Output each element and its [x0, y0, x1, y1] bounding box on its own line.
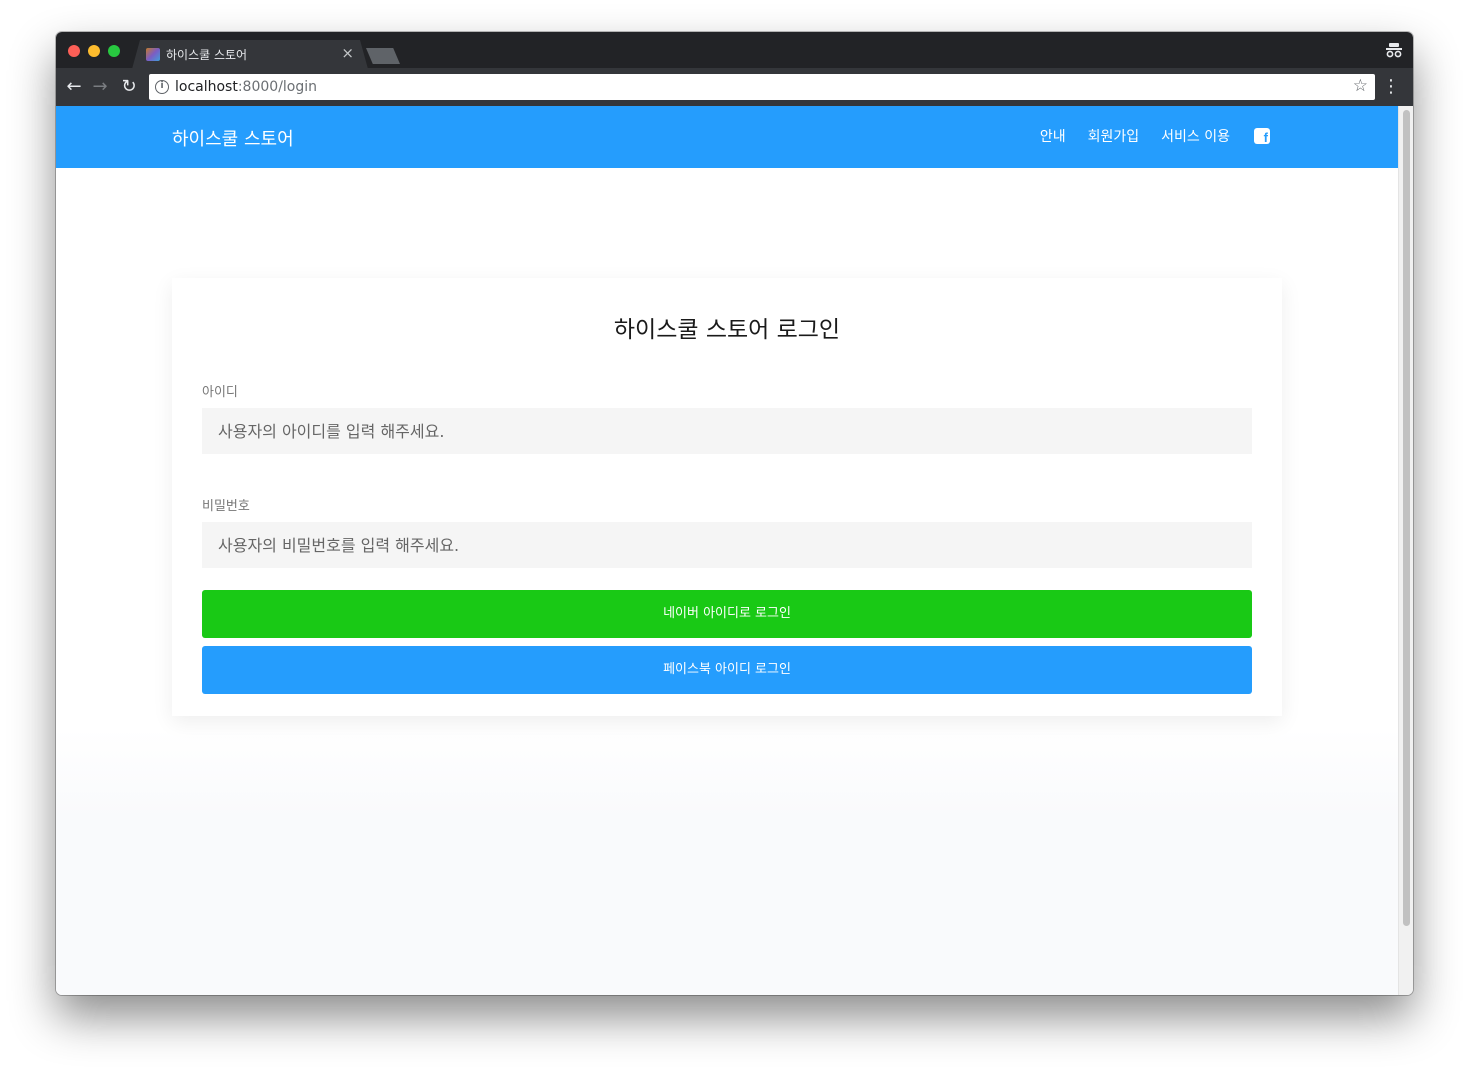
reload-icon[interactable]: ↻: [119, 77, 139, 97]
login-card: 하이스쿨 스토어 로그인 아이디 비밀번호 네이버 아이디로 로그인 페이스북 …: [172, 278, 1282, 716]
close-window-button[interactable]: [68, 45, 80, 57]
password-label: 비밀번호: [202, 499, 250, 514]
browser-tab[interactable]: 하이스쿨 스토어 ×: [132, 40, 368, 69]
id-input[interactable]: [202, 408, 1252, 454]
address-bar[interactable]: i localhost:8000/login ☆: [149, 74, 1375, 100]
page-viewport: 하이스쿨 스토어 안내 회원가입 서비스 이용 f 하이스쿨 스토어 로그인 아…: [56, 106, 1398, 995]
incognito-icon: [1386, 43, 1402, 58]
tab-strip: 하이스쿨 스토어 ×: [56, 32, 1413, 68]
browser-window: 하이스쿨 스토어 × ← → ↻ i localhost:8000/login …: [56, 32, 1413, 995]
nav-link-service[interactable]: 서비스 이용: [1161, 126, 1230, 146]
login-title: 하이스쿨 스토어 로그인: [613, 317, 841, 343]
url-host: localhost: [175, 79, 238, 95]
site-brand[interactable]: 하이스쿨 스토어: [172, 125, 294, 151]
nav-link-guide[interactable]: 안내: [1040, 126, 1066, 146]
favicon-icon: [146, 48, 160, 61]
naver-login-button[interactable]: 네이버 아이디로 로그인: [202, 590, 1252, 638]
url-text[interactable]: localhost:8000/login: [175, 79, 317, 95]
browser-toolbar: ← → ↻ i localhost:8000/login ☆ ⋮: [56, 68, 1413, 106]
minimize-window-button[interactable]: [88, 45, 100, 57]
scrollbar-thumb[interactable]: [1403, 110, 1410, 926]
new-tab-button[interactable]: [366, 48, 400, 64]
password-input[interactable]: [202, 522, 1252, 568]
maximize-window-button[interactable]: [108, 45, 120, 57]
site-navbar: 하이스쿨 스토어 안내 회원가입 서비스 이용 f: [56, 106, 1398, 168]
tab-close-icon[interactable]: ×: [341, 44, 354, 62]
bookmark-star-icon[interactable]: ☆: [1353, 76, 1368, 96]
facebook-icon[interactable]: f: [1254, 128, 1270, 145]
url-path: :8000/login: [237, 79, 318, 95]
tab-title: 하이스쿨 스토어: [166, 48, 248, 62]
id-label: 아이디: [202, 385, 238, 400]
back-arrow-icon[interactable]: ←: [64, 77, 84, 97]
info-icon[interactable]: i: [155, 80, 169, 94]
page-scrollbar[interactable]: [1398, 106, 1413, 995]
facebook-login-button[interactable]: 페이스북 아이디 로그인: [202, 646, 1252, 694]
forward-arrow-icon[interactable]: →: [90, 77, 110, 97]
nav-links: 안내 회원가입 서비스 이용 f: [1018, 126, 1270, 146]
browser-menu-icon[interactable]: ⋮: [1382, 77, 1400, 97]
facebook-glyph: f: [1263, 130, 1268, 145]
nav-link-signup[interactable]: 회원가입: [1088, 126, 1140, 146]
